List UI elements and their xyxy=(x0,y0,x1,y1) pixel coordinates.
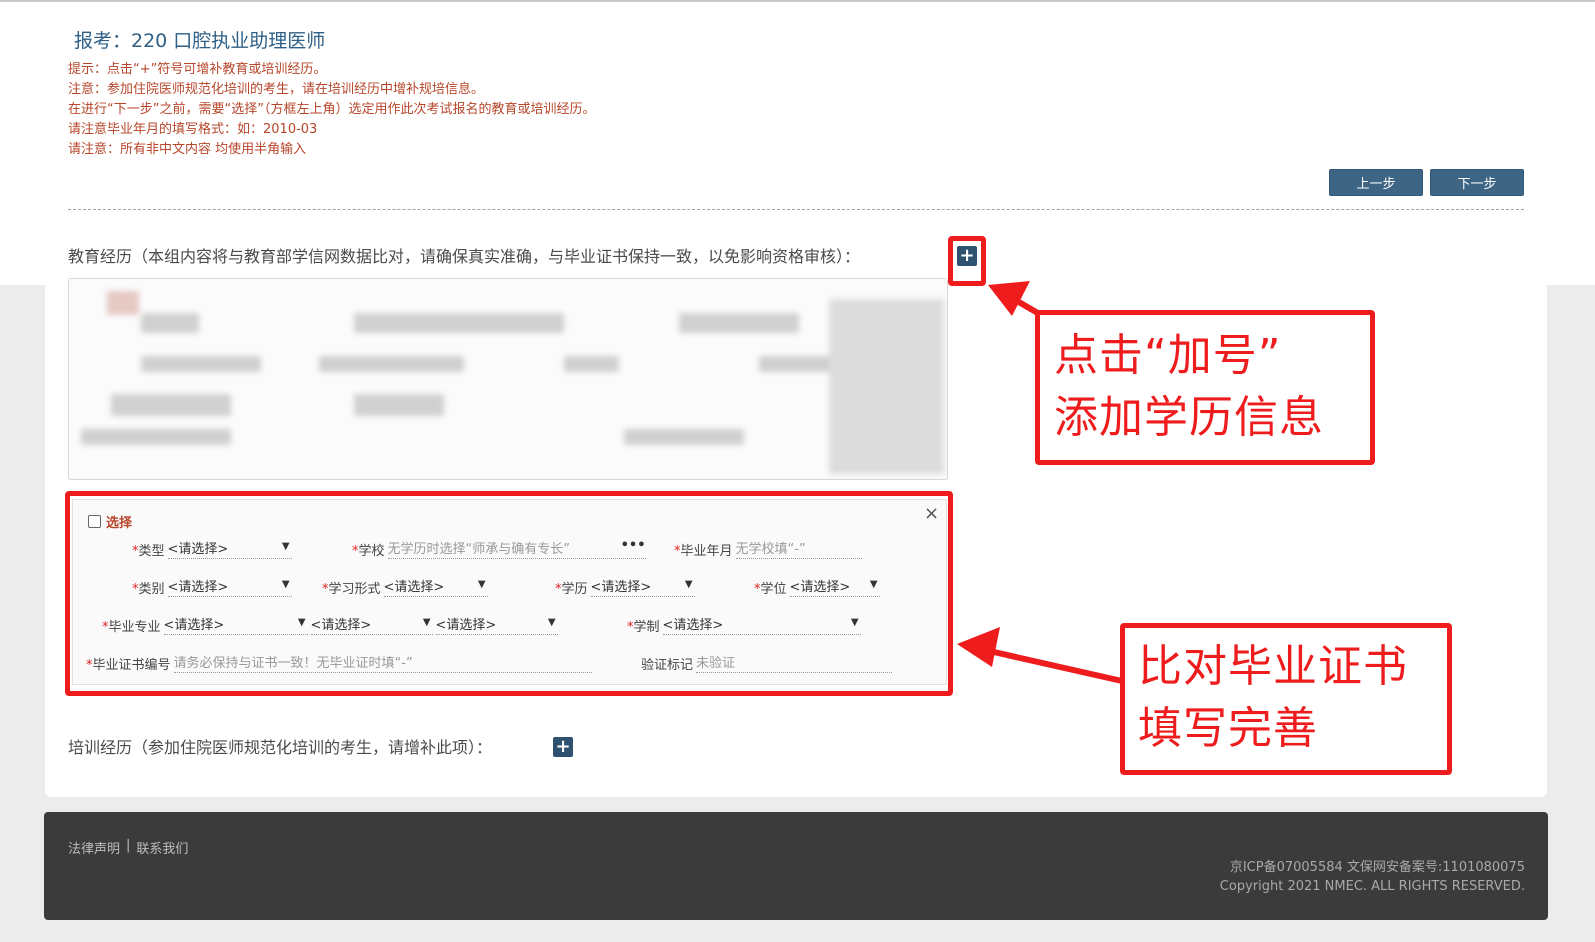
copyright-text: Copyright 2021 NMEC. ALL RIGHTS RESERVED… xyxy=(1219,879,1525,894)
contact-link[interactable]: 联系我们 xyxy=(136,838,188,857)
arrow-to-form xyxy=(957,627,1125,684)
arrow-to-add-button xyxy=(988,281,1039,316)
annotation-arrows xyxy=(957,281,1125,684)
footer-links: 法律声明 | 联系我们 xyxy=(68,838,188,857)
footer-legal-info: 京ICP备07005584 文保网安备案号:1101080075 Copyrig… xyxy=(1220,858,1525,896)
legal-link[interactable]: 法律声明 xyxy=(68,838,120,857)
footer-separator: | xyxy=(126,838,131,853)
icp-text: 京ICP备07005584 文保网安备案号:1101080075 xyxy=(1229,860,1525,875)
